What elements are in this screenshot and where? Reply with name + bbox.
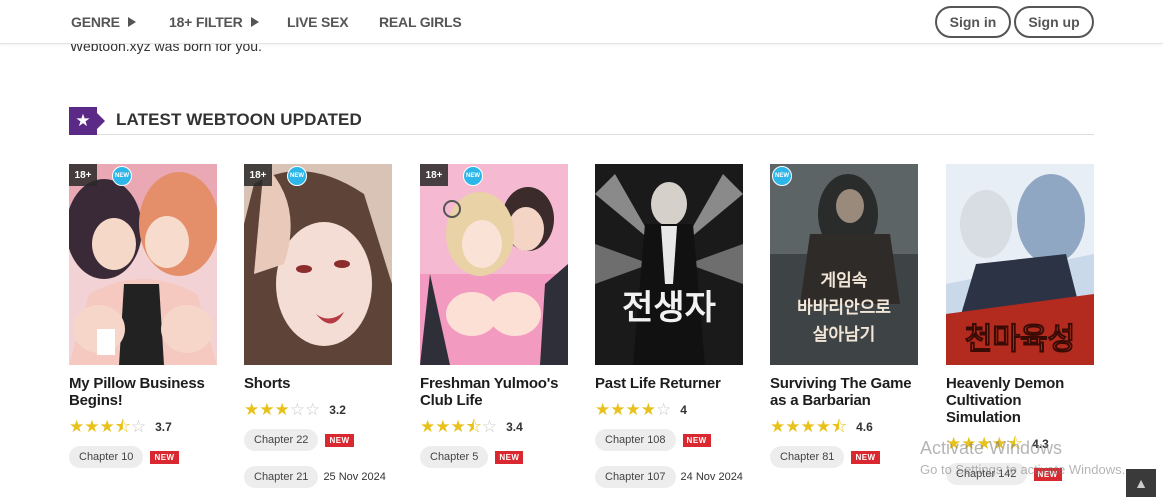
new-cover-badge: NEW	[463, 166, 483, 186]
new-cover-badge: NEW	[112, 166, 132, 186]
webtoon-card[interactable]: 18+ NEW Freshman Yulmoo's Club Life ★★★⯪…	[420, 164, 568, 468]
cover-korean-title: 전생자	[622, 288, 716, 328]
new-chapter-badge: NEW	[150, 450, 179, 464]
webtoon-card[interactable]: 전생자 Past Life Returner ★★★★☆ 4 Chapter 1…	[595, 164, 743, 488]
card-title[interactable]: Freshman Yulmoo's Club Life	[420, 375, 568, 409]
rating: ★★★★☆ 4	[595, 401, 743, 419]
section-badge: ★	[69, 107, 105, 135]
triangle-right-icon	[250, 17, 259, 27]
adult-badge: 18+	[244, 164, 272, 186]
cover-image[interactable]: 18+ NEW	[69, 164, 217, 365]
new-cover-badge: NEW	[772, 166, 792, 186]
chapter-link[interactable]: Chapter 5	[420, 446, 489, 468]
cover-korean-title-1: 게임속	[821, 270, 868, 291]
watermark-line-1: Activate Windows	[920, 438, 1063, 458]
activate-windows-watermark: Activate Windows Go to Settings to activ…	[920, 438, 1125, 477]
chapter-link[interactable]: Chapter 81	[770, 446, 845, 468]
webtoon-card[interactable]: 게임속 바바리안으로 살아남기 NEW Surviving The Game a…	[770, 164, 918, 468]
nav-genre-label: GENRE	[71, 14, 120, 30]
webtoon-card[interactable]: 천마육성 Heavenly Demon Cultivation Simulati…	[946, 164, 1094, 485]
chapter-link[interactable]: Chapter 22	[244, 429, 319, 451]
card-title[interactable]: My Pillow Business Begins!	[69, 375, 217, 409]
rating: ★★★⯪☆ 3.4	[420, 418, 568, 436]
cover-image[interactable]: 18+ NEW	[420, 164, 568, 365]
cover-image[interactable]: 천마육성	[946, 164, 1094, 365]
chapter-date: 25 Nov 2024	[323, 471, 386, 483]
cover-korean-title: 천마육성	[965, 322, 1075, 357]
rating: ★★★☆☆ 3.2	[244, 401, 392, 419]
chapter-date: 24 Nov 2024	[680, 471, 743, 483]
nav-genre[interactable]: GENRE	[71, 14, 136, 30]
rating-stars: ★★★☆☆	[244, 400, 321, 419]
webtoon-card[interactable]: 18+ NEW Shorts ★★★☆☆ 3.2 Chapter 22 NEW …	[244, 164, 392, 488]
cover-image[interactable]: 18+ NEW	[244, 164, 392, 365]
rating-value: 3.7	[155, 420, 172, 434]
chapter-row: Chapter 108 NEW	[595, 429, 743, 451]
nav-filter-label: 18+ FILTER	[169, 14, 243, 30]
watermark-line-2: Go to Settings to activate Windows.	[920, 462, 1126, 477]
card-title[interactable]: Heavenly Demon Cultivation Simulation	[946, 375, 1094, 426]
chapter-row: Chapter 81 NEW	[770, 446, 918, 468]
sign-in-button[interactable]: Sign in	[935, 6, 1011, 38]
rating-value: 4	[680, 403, 687, 417]
new-chapter-badge: NEW	[682, 433, 711, 447]
card-title[interactable]: Surviving The Game as a Barbarian	[770, 375, 918, 409]
chapter-link[interactable]: Chapter 108	[595, 429, 676, 451]
chapter-link[interactable]: Chapter 10	[69, 446, 144, 468]
chapter-row: Chapter 5 NEW	[420, 446, 568, 468]
rating-value: 3.2	[329, 403, 346, 417]
webtoon-card[interactable]: 18+ NEW My Pillow Business Begins! ★★★⯪☆…	[69, 164, 217, 468]
rating-stars: ★★★⯪☆	[420, 417, 498, 436]
nav-real-girls-label: REAL GIRLS	[379, 14, 462, 30]
new-chapter-badge: NEW	[325, 433, 354, 447]
adult-badge: 18+	[420, 164, 448, 186]
arrow-up-icon: ▲	[1134, 475, 1148, 491]
nav-18-filter[interactable]: 18+ FILTER	[169, 14, 259, 30]
rating-value: 3.4	[506, 420, 523, 434]
rating: ★★★★⯪ 4.6	[770, 418, 918, 436]
section-header: ★ LATEST WEBTOON UPDATED	[69, 107, 1094, 135]
nav-real-girls[interactable]: REAL GIRLS	[379, 14, 462, 30]
chapter-link[interactable]: Chapter 107	[595, 466, 676, 488]
section-title: LATEST WEBTOON UPDATED	[116, 110, 362, 129]
rating-value: 4.6	[856, 420, 873, 434]
new-cover-badge: NEW	[287, 166, 307, 186]
cover-korean-title-2: 바바리안으로	[797, 298, 891, 318]
cover-image[interactable]: 게임속 바바리안으로 살아남기 NEW	[770, 164, 918, 365]
chapter-row: Chapter 10 NEW	[69, 446, 217, 468]
rating-stars: ★★★★⯪	[770, 417, 848, 436]
card-title[interactable]: Shorts	[244, 375, 392, 392]
triangle-right-icon	[127, 17, 136, 27]
chapter-row: Chapter 22 NEW	[244, 429, 392, 451]
card-title[interactable]: Past Life Returner	[595, 375, 743, 392]
back-to-top-button[interactable]: ▲	[1126, 469, 1156, 497]
top-navigation: GENRE 18+ FILTER LIVE SEX REAL GIRLS Sig…	[0, 0, 1163, 44]
star-icon: ★	[75, 111, 91, 130]
new-chapter-badge: NEW	[495, 450, 524, 464]
rating-stars: ★★★★☆	[595, 400, 672, 419]
cover-korean-title-3: 살아남기	[813, 325, 876, 345]
rating: ★★★⯪☆ 3.7	[69, 418, 217, 436]
adult-badge: 18+	[69, 164, 97, 186]
cover-image[interactable]: 전생자	[595, 164, 743, 365]
chapter-link[interactable]: Chapter 21	[244, 466, 319, 488]
sign-up-button[interactable]: Sign up	[1014, 6, 1094, 38]
nav-live-sex[interactable]: LIVE SEX	[287, 14, 349, 30]
chapter-row: Chapter 107 24 Nov 2024	[595, 466, 743, 488]
nav-live-sex-label: LIVE SEX	[287, 14, 349, 30]
chapter-row: Chapter 21 25 Nov 2024	[244, 466, 392, 488]
new-chapter-badge: NEW	[851, 450, 880, 464]
rating-stars: ★★★⯪☆	[69, 417, 147, 436]
